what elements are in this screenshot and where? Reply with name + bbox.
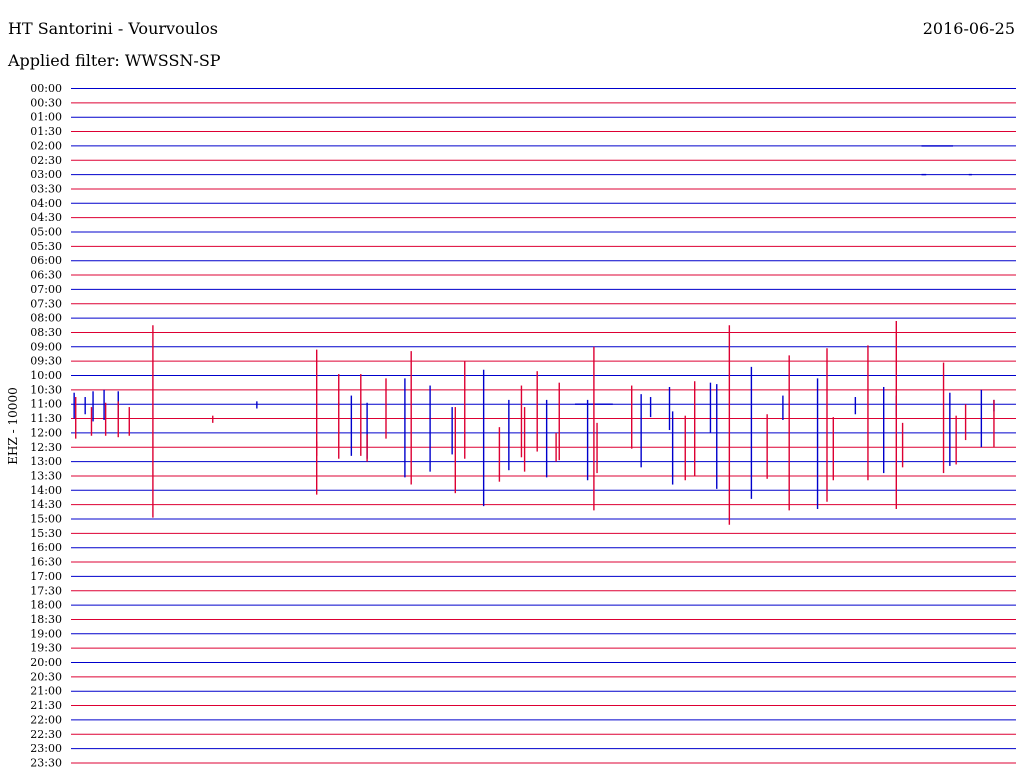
time-label-2230: 22:30 <box>30 728 62 741</box>
time-label-0700: 07:00 <box>30 283 62 296</box>
time-label-1900: 19:00 <box>30 627 62 640</box>
time-label-0530: 05:30 <box>30 240 62 253</box>
time-label-2200: 22:00 <box>30 713 62 726</box>
time-label-0830: 08:30 <box>30 326 62 339</box>
trace-baselines <box>71 88 1016 764</box>
time-label-1330: 13:30 <box>30 469 62 482</box>
seismic-traces <box>73 145 995 525</box>
time-label-1730: 17:30 <box>30 584 62 597</box>
time-label-1400: 14:00 <box>30 484 62 497</box>
time-label-1000: 10:00 <box>30 369 62 382</box>
time-label-2330: 23:30 <box>30 756 62 769</box>
time-label-2000: 20:00 <box>30 656 62 669</box>
time-label-0430: 04:30 <box>30 211 62 224</box>
time-label-0330: 03:30 <box>30 182 62 195</box>
time-label-2030: 20:30 <box>30 670 62 683</box>
helicorder-plot: 00:0000:30 01:0001:3002:00 02:3003:0003:30… <box>30 82 1016 769</box>
time-label-2100: 21:00 <box>30 685 62 698</box>
time-label-0230: 02:30 <box>30 154 62 167</box>
time-label-0730: 07:30 <box>30 297 62 310</box>
time-label-0030: 00:30 <box>30 96 62 109</box>
time-label-0930: 09:30 <box>30 355 62 368</box>
time-label-0800: 08:00 <box>30 312 62 325</box>
time-label-1530: 15:30 <box>30 527 62 540</box>
time-label-0300: 03:00 <box>30 168 62 181</box>
time-axis-labels: 00:0000:30 01:0001:3002:00 02:3003:0003:30… <box>30 82 62 769</box>
time-label-0130: 01:30 <box>30 125 62 138</box>
time-label-0900: 09:00 <box>30 340 62 353</box>
time-label-1030: 10:30 <box>30 383 62 396</box>
time-label-0500: 05:00 <box>30 226 62 239</box>
time-label-0200: 02:00 <box>30 139 62 152</box>
time-label-2130: 21:30 <box>30 699 62 712</box>
time-label-1630: 16:30 <box>30 556 62 569</box>
time-label-1430: 14:30 <box>30 498 62 511</box>
time-label-1700: 17:00 <box>30 570 62 583</box>
time-label-0100: 01:00 <box>30 111 62 124</box>
time-label-1800: 18:00 <box>30 599 62 612</box>
time-label-1930: 19:30 <box>30 642 62 655</box>
time-label-1230: 12:30 <box>30 441 62 454</box>
time-label-1100: 11:00 <box>30 398 62 411</box>
time-label-1600: 16:00 <box>30 541 62 554</box>
time-label-1200: 12:00 <box>30 426 62 439</box>
time-label-1130: 11:30 <box>30 412 62 425</box>
time-label-0000: 00:00 <box>30 82 62 95</box>
time-label-1500: 15:00 <box>30 513 62 526</box>
time-label-1300: 13:00 <box>30 455 62 468</box>
time-label-1830: 18:30 <box>30 613 62 626</box>
time-label-0600: 06:00 <box>30 254 62 267</box>
time-label-0630: 06:30 <box>30 269 62 282</box>
time-label-2300: 23:00 <box>30 742 62 755</box>
time-label-0400: 04:00 <box>30 197 62 210</box>
